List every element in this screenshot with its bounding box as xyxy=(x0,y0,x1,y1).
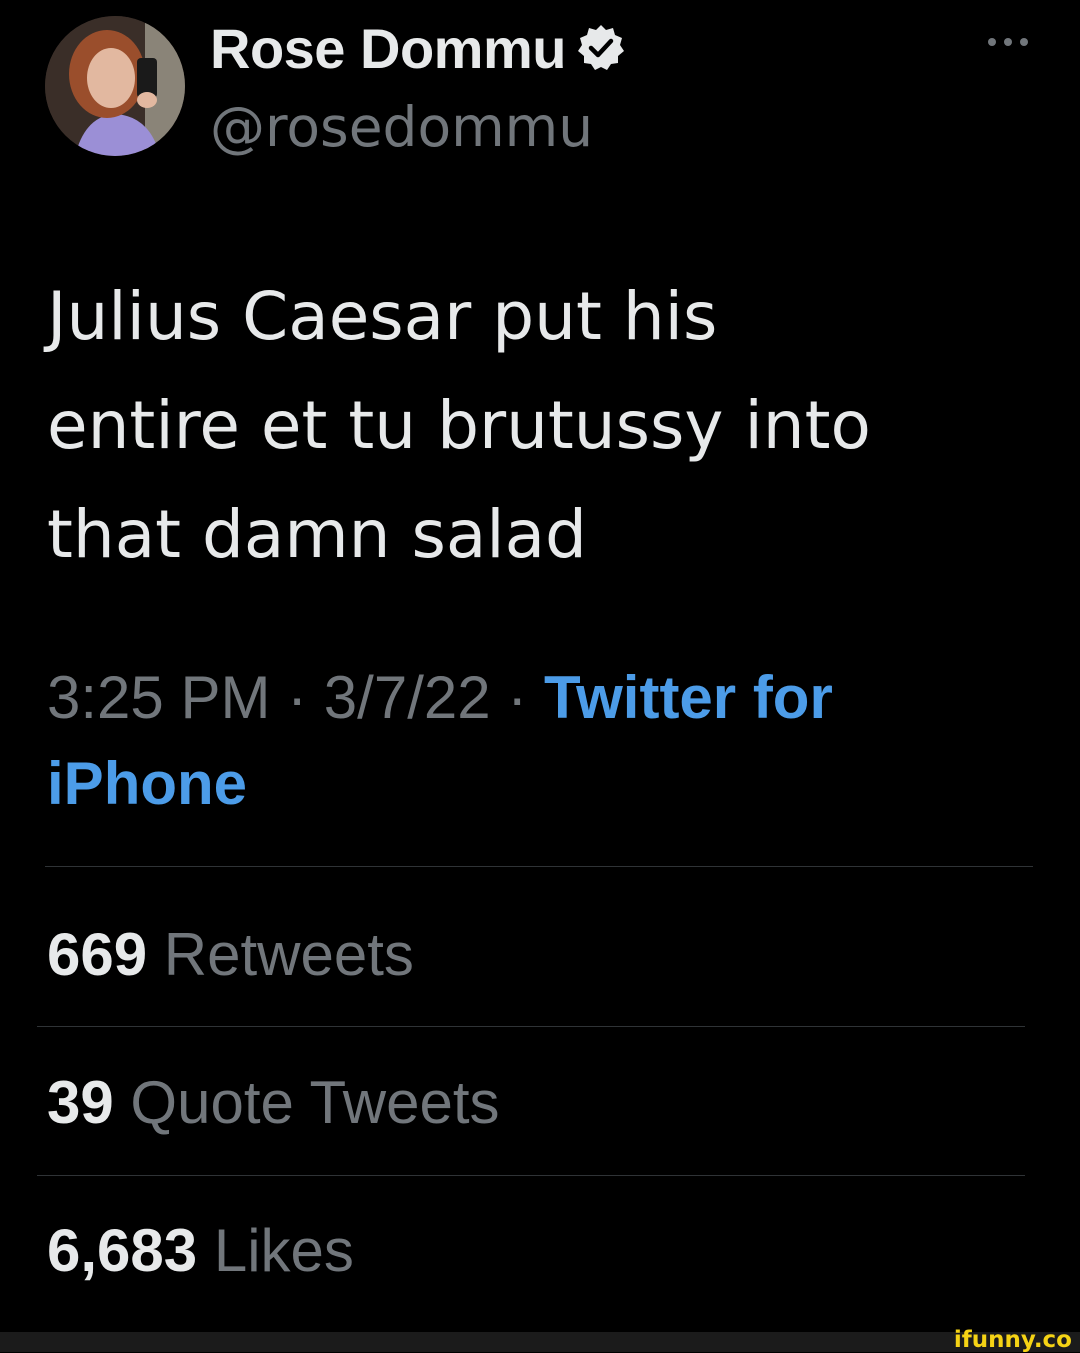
likes-count: 6,683 xyxy=(47,1217,198,1284)
divider xyxy=(37,1026,1025,1027)
retweets-stat[interactable]: 669 Retweets xyxy=(47,920,414,990)
meta-separator: · xyxy=(287,664,308,731)
verified-badge-icon xyxy=(577,25,624,70)
footer-bar xyxy=(0,1332,1080,1352)
likes-label: Likes xyxy=(213,1217,354,1284)
meta-separator: · xyxy=(507,664,528,731)
divider xyxy=(37,1175,1025,1176)
avatar[interactable] xyxy=(45,16,185,156)
retweets-count: 669 xyxy=(47,921,148,988)
quote-tweets-stat[interactable]: 39 Quote Tweets xyxy=(47,1068,500,1138)
tweet-time[interactable]: 3:25 PM xyxy=(47,664,270,731)
handle[interactable]: @rosedommu xyxy=(210,95,593,159)
more-options-icon[interactable] xyxy=(986,32,1030,52)
tweet-date[interactable]: 3/7/22 xyxy=(324,664,491,731)
watermark: ifunny.co xyxy=(953,1327,1072,1353)
quote-tweets-label: Quote Tweets xyxy=(130,1069,500,1136)
divider xyxy=(45,866,1033,867)
retweets-label: Retweets xyxy=(163,921,414,988)
author-name-row[interactable]: Rose Dommu xyxy=(210,14,626,82)
quote-tweets-count: 39 xyxy=(47,1069,114,1136)
tweet-text: Julius Caesar put his entire et tu brutu… xyxy=(47,278,871,573)
likes-stat[interactable]: 6,683 Likes xyxy=(47,1216,354,1286)
display-name[interactable]: Rose Dommu xyxy=(210,16,566,81)
tweet-meta: 3:25 PM · 3/7/22 · Twitter for iPhone xyxy=(47,655,1037,827)
